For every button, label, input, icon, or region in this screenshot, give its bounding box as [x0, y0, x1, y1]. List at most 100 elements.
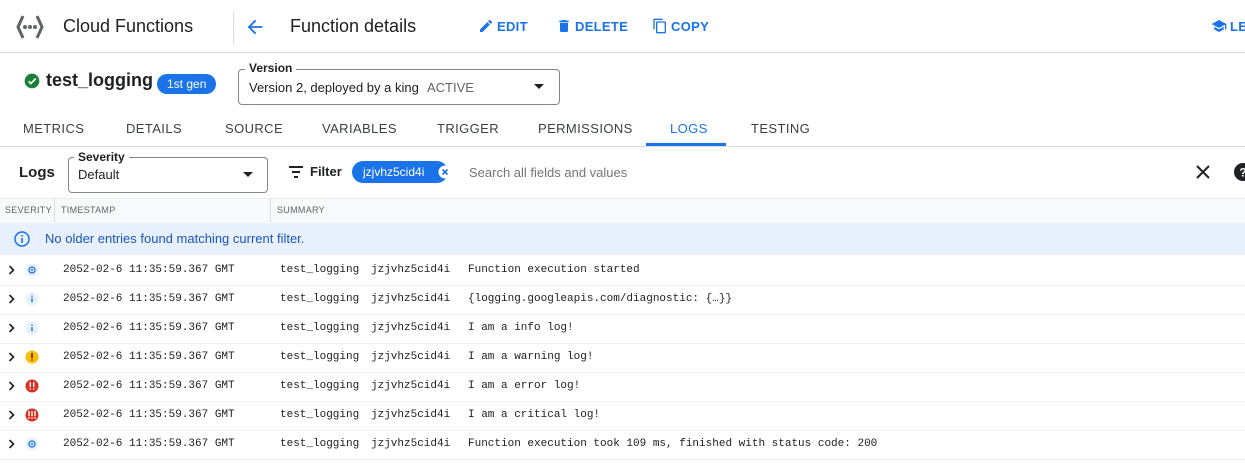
chevron-right-icon[interactable]: [8, 294, 16, 304]
divider: [233, 12, 234, 44]
learn-label: LE: [1230, 18, 1245, 34]
column-header-summary[interactable]: SUMMARY: [277, 205, 325, 215]
tab-trigger[interactable]: TRIGGER: [437, 121, 499, 136]
trash-icon: [559, 20, 569, 32]
chevron-right-icon[interactable]: [8, 323, 16, 333]
edit-label: EDIT: [497, 18, 528, 34]
delete-label: DELETE: [575, 18, 629, 34]
svg-text:?: ?: [1239, 166, 1245, 180]
close-icon[interactable]: [1196, 165, 1210, 179]
chevron-right-icon[interactable]: [8, 265, 16, 275]
info-icon: [14, 231, 30, 247]
version-status: ACTIVE: [427, 80, 474, 95]
chevron-down-icon: [243, 172, 253, 177]
severity-critical-icon: [25, 408, 39, 422]
edit-button[interactable]: EDIT: [478, 18, 528, 34]
log-execution-id: jzjvhz5cid4i: [371, 438, 451, 450]
copy-button[interactable]: COPY: [652, 18, 709, 34]
tab-testing[interactable]: TESTING: [751, 121, 810, 136]
table-header: [0, 198, 1245, 224]
log-timestamp: 2052-02-6 11:35:59.367 GMT: [63, 380, 235, 392]
log-execution-id: jzjvhz5cid4i: [371, 409, 451, 421]
check-circle-icon: [24, 73, 40, 88]
cloud-functions-logo-icon: [16, 15, 44, 39]
severity-info-icon: [25, 321, 39, 335]
log-execution-id: jzjvhz5cid4i: [371, 322, 451, 334]
tab-permissions[interactable]: PERMISSIONS: [538, 121, 633, 136]
generation-badge: 1st gen: [157, 74, 217, 94]
column-header-severity[interactable]: SEVERITY: [5, 205, 52, 215]
severity-label: Severity: [74, 150, 129, 164]
log-message: I am a warning log!: [468, 351, 594, 363]
log-timestamp: 2052-02-6 11:35:59.367 GMT: [63, 264, 235, 276]
tab-details[interactable]: DETAILS: [126, 121, 182, 136]
pencil-icon: [480, 19, 492, 32]
table-row[interactable]: 2052-02-6 11:35:59.367 GMT test_logging jz…: [0, 314, 1245, 344]
active-tab-indicator: [646, 143, 726, 146]
back-arrow-icon[interactable]: [244, 16, 266, 38]
log-function-name: test_logging: [280, 438, 360, 450]
chevron-right-icon[interactable]: [8, 410, 16, 420]
log-function-name: test_logging: [280, 322, 360, 334]
log-execution-id: jzjvhz5cid4i: [371, 351, 451, 363]
page-title: Function details: [290, 16, 417, 36]
learn-button[interactable]: LE: [1211, 18, 1245, 34]
version-label: Version: [245, 61, 297, 75]
column-divider[interactable]: [270, 198, 271, 222]
chevron-right-icon[interactable]: [8, 381, 16, 391]
log-timestamp: 2052-02-6 11:35:59.367 GMT: [63, 293, 235, 305]
log-timestamp: 2052-02-6 11:35:59.367 GMT: [63, 322, 235, 334]
column-header-timestamp[interactable]: TIMESTAMP: [61, 205, 116, 215]
table-row[interactable]: 2052-02-6 11:35:59.367 GMT test_logging jz…: [0, 372, 1245, 402]
severity-value: Default: [78, 167, 120, 182]
chevron-right-icon[interactable]: [8, 352, 16, 362]
delete-button[interactable]: DELETE: [556, 18, 628, 34]
table-row[interactable]: 2052-02-6 11:35:59.367 GMT test_logging jz…: [0, 285, 1245, 315]
column-divider[interactable]: [54, 198, 55, 222]
copy-icon: [653, 18, 666, 34]
severity-error-icon: [25, 379, 39, 393]
tab-metrics[interactable]: METRICS: [23, 121, 84, 136]
chip-remove-icon[interactable]: [438, 165, 452, 179]
help-icon[interactable]: ?: [1234, 163, 1245, 181]
log-execution-id: jzjvhz5cid4i: [371, 293, 451, 305]
log-timestamp: 2052-02-6 11:35:59.367 GMT: [63, 438, 235, 450]
severity-warning-icon: [25, 350, 39, 364]
copy-label: COPY: [671, 18, 710, 34]
log-message: Function execution took 109 ms, finished…: [468, 438, 878, 450]
search-input[interactable]: [465, 160, 873, 184]
chevron-right-icon[interactable]: [8, 439, 16, 449]
log-timestamp: 2052-02-6 11:35:59.367 GMT: [63, 351, 235, 363]
log-function-name: test_logging: [280, 380, 360, 392]
log-function-name: test_logging: [280, 409, 360, 421]
tab-logs[interactable]: LOGS: [670, 121, 708, 136]
table-row[interactable]: 2052-02-6 11:35:59.367 GMT test_logging jz…: [0, 343, 1245, 373]
log-message: I am a info log!: [468, 322, 574, 334]
table-row[interactable]: 2052-02-6 11:35:59.367 GMT test_logging jz…: [0, 430, 1245, 460]
table-row[interactable]: 2052-02-6 11:35:59.367 GMT test_logging jz…: [0, 401, 1245, 431]
severity-debug-icon: [25, 437, 39, 451]
log-message: {logging.googleapis.com/diagnostic: {…}}: [468, 293, 733, 305]
tab-variables[interactable]: VARIABLES: [322, 121, 397, 136]
app-title: Cloud Functions: [63, 16, 194, 36]
log-function-name: test_logging: [280, 351, 360, 363]
filter-label[interactable]: Filter: [310, 164, 342, 179]
chevron-down-icon: [534, 84, 544, 89]
log-message: I am a error log!: [468, 380, 581, 392]
version-value: Version 2, deployed by a king: [249, 80, 419, 95]
log-execution-id: jzjvhz5cid4i: [371, 264, 451, 276]
info-message: No older entries found matching current …: [45, 231, 305, 246]
filter-icon[interactable]: [289, 166, 303, 178]
log-message: I am a critical log!: [468, 409, 601, 421]
log-timestamp: 2052-02-6 11:35:59.367 GMT: [63, 409, 235, 421]
function-name: test_logging: [46, 70, 153, 90]
severity-debug-icon: [25, 263, 39, 277]
log-message: Function execution started: [468, 264, 640, 276]
log-function-name: test_logging: [280, 264, 360, 276]
logs-heading: Logs: [19, 164, 55, 181]
severity-info-icon: [25, 292, 39, 306]
filter-chip[interactable]: jzjvhz5cid4i: [352, 161, 449, 183]
table-row[interactable]: 2052-02-6 11:35:59.367 GMT test_logging jz…: [0, 256, 1245, 286]
tab-source[interactable]: SOURCE: [225, 121, 283, 136]
school-icon: [1211, 20, 1227, 32]
